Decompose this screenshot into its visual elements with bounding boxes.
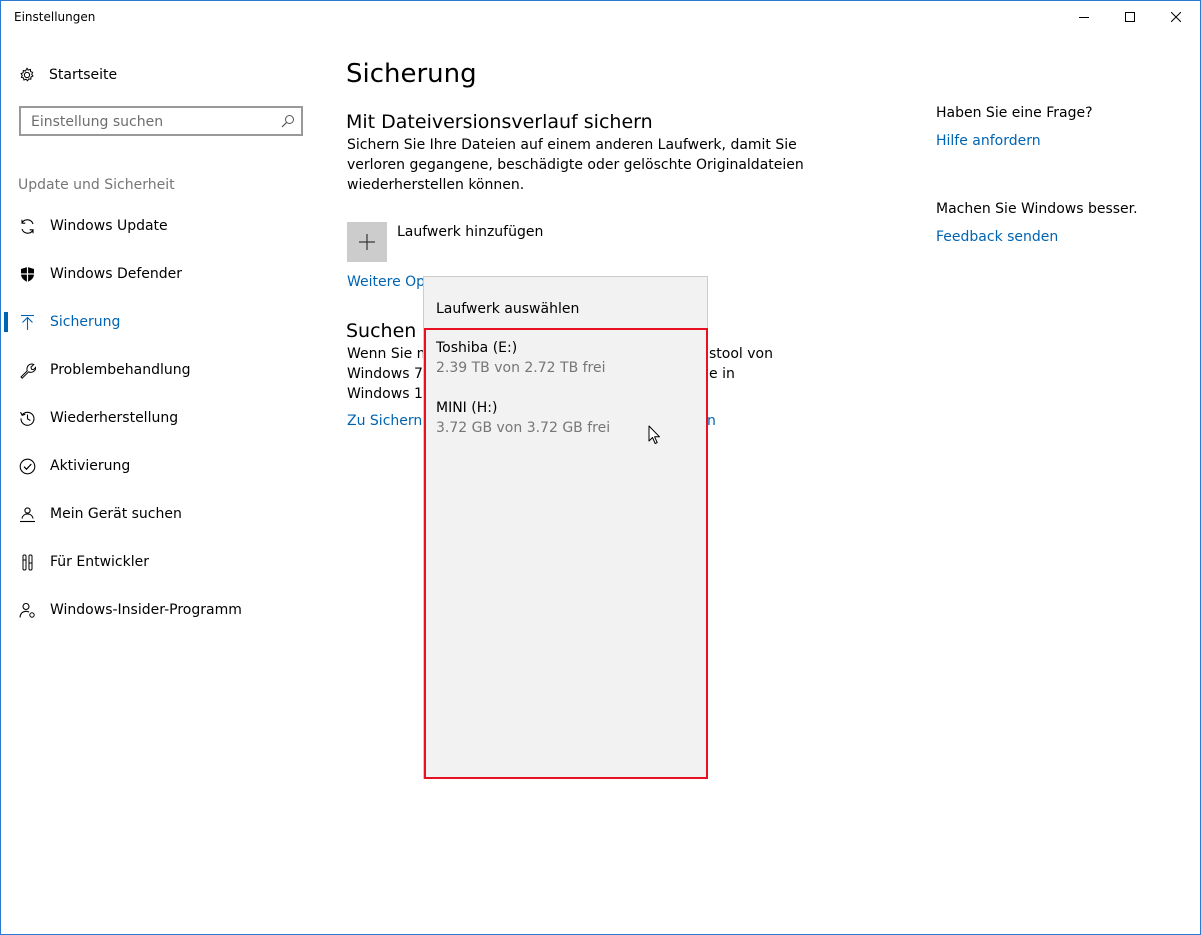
sidebar-item-problembehandlung[interactable]: Problembehandlung: [1, 350, 321, 390]
sidebar-item-sicherung[interactable]: Sicherung: [1, 302, 321, 342]
minimize-icon: [1079, 17, 1089, 18]
sidebar-item-windows-insider[interactable]: Windows-Insider-Programm: [1, 590, 321, 630]
drive-name: Toshiba (E:): [436, 340, 518, 356]
close-icon: [1171, 12, 1181, 22]
wrench-icon: [19, 362, 36, 379]
goto-backup-restore-link-tail[interactable]: n: [707, 413, 716, 429]
sidebar-item-label: Windows Defender: [50, 266, 183, 282]
more-options-link[interactable]: Weitere Op: [347, 274, 425, 290]
sidebar-item-label: Mein Gerät suchen: [50, 506, 182, 522]
sidebar-item-label: Windows-Insider-Programm: [50, 602, 242, 618]
person-insider-icon: [19, 602, 36, 619]
sidebar-item-mein-geraet-suchen[interactable]: Mein Gerät suchen: [1, 494, 321, 534]
shield-icon: [19, 266, 36, 283]
file-history-description: Sichern Sie Ihre Dateien auf einem ander…: [347, 135, 807, 195]
settings-window: Einstellungen Startseite Einstellung suc…: [0, 0, 1201, 935]
sidebar-item-windows-defender[interactable]: Windows Defender: [1, 254, 321, 294]
sidebar-item-label: Problembehandlung: [50, 362, 191, 378]
history-icon: [19, 410, 36, 427]
description-line: Sichern Sie Ihre Dateien auf einem ander…: [347, 137, 797, 153]
upload-arrow-icon: [19, 314, 36, 331]
sidebar-item-label: Für Entwickler: [50, 554, 149, 570]
sidebar-item-windows-update[interactable]: Windows Update: [1, 206, 321, 246]
sidebar-item-label: Sicherung: [50, 314, 121, 330]
description-line: wiederherstellen können.: [347, 177, 525, 193]
sidebar-item-label: Wiederherstellung: [50, 410, 179, 426]
help-link[interactable]: Hilfe anfordern: [936, 133, 1041, 149]
search-placeholder: Einstellung suchen: [31, 114, 164, 130]
minimize-button[interactable]: [1061, 1, 1107, 33]
plus-icon: [359, 234, 375, 250]
checkmark-circle-icon: [19, 458, 36, 475]
add-drive-label[interactable]: Laufwerk hinzufügen: [397, 224, 543, 240]
page-title: Sicherung: [346, 59, 477, 89]
search-icon[interactable]: [281, 114, 295, 128]
older-backup-description-right: stool von e in: [709, 344, 789, 384]
section-label: Update und Sicherheit: [18, 177, 175, 193]
description-line: verloren gegangene, beschädigte oder gel…: [347, 157, 804, 173]
person-location-icon: [19, 506, 36, 523]
maximize-icon: [1125, 12, 1135, 22]
home-label: Startseite: [49, 67, 118, 83]
sidebar-item-aktivierung[interactable]: Aktivierung: [1, 446, 321, 486]
title-bar: Einstellungen: [1, 1, 1200, 33]
sidebar-item-label: Windows Update: [50, 218, 168, 234]
settings-search-input[interactable]: Einstellung suchen: [19, 106, 303, 136]
feedback-link[interactable]: Feedback senden: [936, 229, 1058, 245]
window-title: Einstellungen: [14, 10, 96, 24]
sidebar-item-label: Aktivierung: [50, 458, 131, 474]
flyout-title: Laufwerk auswählen: [436, 301, 580, 317]
drive-option-toshiba[interactable]: Toshiba (E:) 2.39 TB von 2.72 TB frei: [436, 340, 696, 388]
home-nav-item[interactable]: Startseite: [19, 64, 117, 86]
file-history-heading: Mit Dateiversionsverlauf sichern: [346, 111, 653, 133]
close-button[interactable]: [1153, 1, 1199, 33]
description-line: stool von: [709, 346, 773, 362]
gear-icon: [20, 67, 34, 82]
maximize-button[interactable]: [1107, 1, 1153, 33]
older-backup-heading: Suchen S: [346, 320, 435, 342]
drive-name: MINI (H:): [436, 400, 498, 416]
drive-free-space: 2.39 TB von 2.72 TB frei: [436, 360, 606, 376]
add-drive-button[interactable]: [347, 222, 387, 262]
drive-free-space: 3.72 GB von 3.72 GB frei: [436, 420, 611, 436]
refresh-icon: [19, 218, 36, 235]
improve-heading: Machen Sie Windows besser.: [936, 201, 1138, 217]
question-heading: Haben Sie eine Frage?: [936, 105, 1093, 121]
mouse-cursor-icon: [648, 425, 660, 444]
developer-tools-icon: [19, 554, 36, 571]
description-line: e in: [709, 366, 735, 382]
sidebar-item-wiederherstellung[interactable]: Wiederherstellung: [1, 398, 321, 438]
sidebar-item-fuer-entwickler[interactable]: Für Entwickler: [1, 542, 321, 582]
